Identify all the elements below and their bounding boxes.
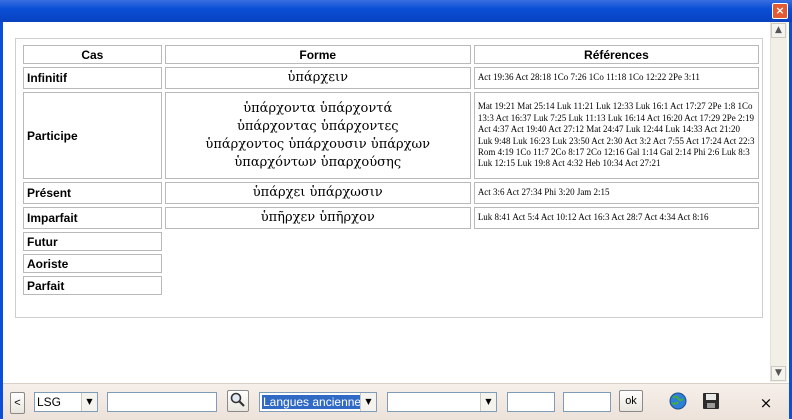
scroll-up-icon[interactable]: ▲ (771, 23, 786, 38)
forme-cell: ὑπάρχοντα ὑπάρχοντά ὑπάρχοντας ὑπάρχοντε… (164, 92, 471, 179)
forme-line[interactable]: ὑπάρχοντας ὑπάρχοντες (169, 118, 467, 136)
magnifier-icon (230, 392, 245, 407)
text-field-b[interactable] (563, 392, 611, 412)
refs-cell[interactable]: Mat 19:21 Mat 25:14 Luk 11:21 Luk 12:33 … (473, 92, 759, 179)
grammar-panel: Cas Forme Références Infinitif ὑπάρχειν … (15, 38, 763, 318)
content-area: Cas Forme Références Infinitif ὑπάρχειν … (3, 22, 770, 382)
search-button[interactable] (227, 390, 249, 412)
table-row: Parfait (23, 276, 759, 295)
forme-cell: ὑπῆρχεν ὑπῆρχον (164, 207, 471, 229)
forme-cell: ὑπάρχειν (164, 67, 471, 89)
language-select[interactable]: Langues anciennes ▼ (259, 392, 377, 412)
search-input[interactable] (107, 392, 217, 412)
table-row: Participe ὑπάρχοντα ὑπάρχοντά ὑπάρχοντας… (23, 92, 759, 179)
forme-line[interactable]: ὑπάρχοντος ὑπάρχουσιν ὑπάρχων (169, 136, 467, 154)
title-bar: × (0, 0, 792, 22)
table-row: Infinitif ὑπάρχειν Act 19:36 Act 28:18 1… (23, 67, 759, 89)
previous-button[interactable]: < (10, 392, 25, 414)
version-value: LSG (37, 395, 62, 409)
refs-cell[interactable]: Act 19:36 Act 28:18 1Co 7:26 1Co 11:18 1… (473, 67, 759, 89)
language-value: Langues anciennes (262, 395, 369, 409)
cas-cell: Futur (23, 232, 162, 251)
vertical-scrollbar[interactable]: ▲ ▼ (770, 22, 787, 382)
forme-line[interactable]: ὑπῆρχεν ὑπῆρχον (169, 209, 467, 227)
cas-cell: Aoriste (23, 254, 162, 273)
forms-table: Cas Forme Références Infinitif ὑπάρχειν … (20, 42, 762, 298)
cas-cell: Participe (23, 92, 162, 179)
cas-cell: Infinitif (23, 67, 162, 89)
table-row: Aoriste (23, 254, 759, 273)
chevron-down-icon[interactable]: ▼ (480, 393, 496, 411)
close-panel-button[interactable]: × (755, 392, 777, 414)
forme-cell: ὑπάρχει ὑπάρχωσιν (164, 182, 471, 204)
table-row: Futur (23, 232, 759, 251)
ok-button[interactable]: ok (619, 390, 643, 412)
secondary-select[interactable]: ▼ (387, 392, 497, 412)
refs-cell[interactable]: Luk 8:41 Act 5:4 Act 10:12 Act 16:3 Act … (473, 207, 759, 229)
table-row: Présent ὑπάρχει ὑπάρχωσιν Act 3:6 Act 27… (23, 182, 759, 204)
globe-button[interactable] (668, 391, 688, 411)
table-header-row: Cas Forme Références (23, 45, 759, 64)
window-close-button[interactable]: × (772, 3, 788, 19)
cas-cell: Présent (23, 182, 162, 204)
cas-cell: Parfait (23, 276, 162, 295)
header-cas: Cas (23, 45, 162, 64)
refs-cell[interactable]: Act 3:6 Act 27:34 Phi 3:20 Jam 2:15 (473, 182, 759, 204)
header-references: Références (473, 45, 759, 64)
scroll-down-icon[interactable]: ▼ (771, 366, 786, 381)
globe-icon (669, 392, 687, 410)
forme-line[interactable]: ὑπάρχειν (169, 69, 467, 87)
save-button[interactable] (701, 391, 721, 411)
cas-cell: Imparfait (23, 207, 162, 229)
chevron-down-icon[interactable]: ▼ (360, 393, 376, 411)
floppy-disk-icon (703, 393, 719, 409)
table-row: Imparfait ὑπῆρχεν ὑπῆρχον Luk 8:41 Act 5… (23, 207, 759, 229)
chevron-down-icon[interactable]: ▼ (81, 393, 97, 411)
forme-line[interactable]: ὑπάρχει ὑπάρχωσιν (169, 184, 467, 202)
bottom-toolbar: < LSG ▼ Langues anciennes ▼ ▼ ok × (3, 383, 789, 420)
forme-line[interactable]: ὑπαρχόντων ὑπαρχούσης (169, 154, 467, 172)
version-select[interactable]: LSG ▼ (34, 392, 98, 412)
forme-line[interactable]: ὑπάρχοντα ὑπάρχοντά (169, 100, 467, 118)
text-field-a[interactable] (507, 392, 555, 412)
header-forme: Forme (164, 45, 471, 64)
